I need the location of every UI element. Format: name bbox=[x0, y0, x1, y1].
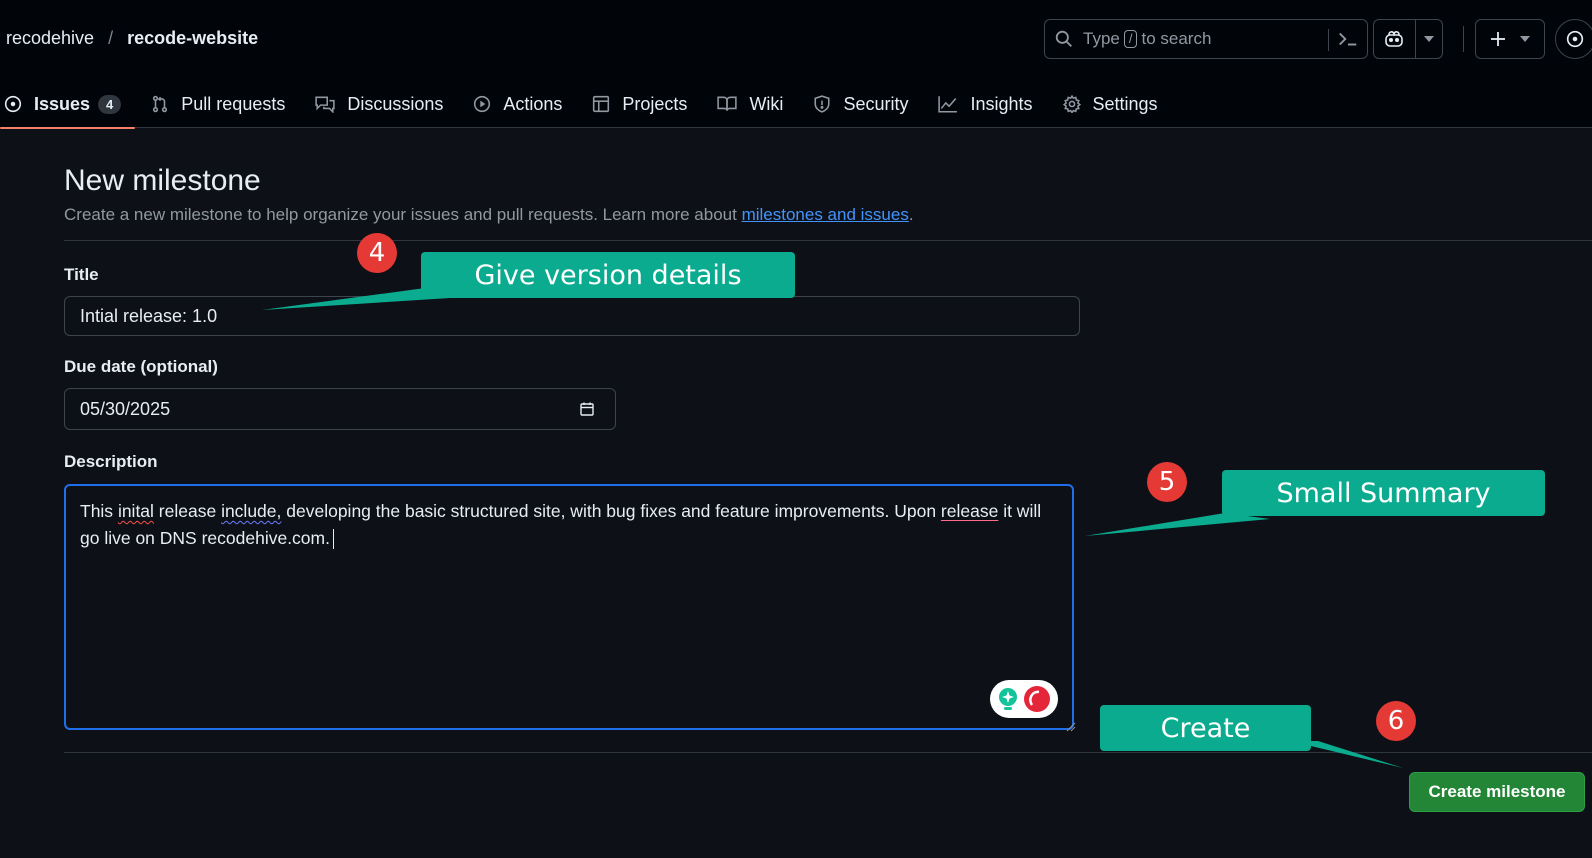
tab-label: Wiki bbox=[749, 93, 784, 114]
repo-nav-tabs: Issues 4 Pull requests Discussions Actio… bbox=[0, 80, 1184, 129]
issue-opened-icon bbox=[1566, 30, 1584, 48]
milestones-docs-link[interactable]: milestones and issues bbox=[742, 205, 909, 224]
issues-counter: 4 bbox=[98, 94, 122, 114]
tab-label: Insights bbox=[970, 93, 1033, 114]
owner-link[interactable]: recodehive bbox=[6, 28, 94, 49]
grammar-suggestion: include, bbox=[221, 501, 282, 521]
text-caret bbox=[332, 529, 334, 550]
callout-give-version-details: Give version details bbox=[421, 252, 795, 298]
search-divider bbox=[1328, 29, 1329, 51]
tab-label: Issues bbox=[34, 93, 91, 114]
lightbulb-icon bbox=[999, 688, 1017, 710]
tab-actions[interactable]: Actions bbox=[469, 80, 576, 128]
page-title: New milestone bbox=[64, 164, 261, 197]
title-input[interactable]: Intial release: 1.0 bbox=[64, 296, 1080, 336]
gear-icon bbox=[1062, 95, 1081, 113]
breadcrumb: recodehive / recode-website bbox=[6, 28, 258, 49]
description-label: Description bbox=[64, 452, 158, 471]
tab-wiki[interactable]: Wiki bbox=[713, 80, 797, 128]
plus-icon bbox=[1491, 32, 1505, 46]
command-palette-icon[interactable] bbox=[1337, 28, 1359, 50]
description-text: developing the basic structured site, wi… bbox=[281, 501, 941, 521]
tab-label: Settings bbox=[1092, 93, 1158, 114]
table-icon bbox=[593, 95, 610, 113]
tab-insights[interactable]: Insights bbox=[934, 80, 1046, 128]
repo-link[interactable]: recode-website bbox=[127, 28, 258, 49]
step-badge-4: 4 bbox=[357, 233, 397, 273]
search-shortcut-key: / bbox=[1123, 30, 1138, 48]
title-input-value: Intial release: 1.0 bbox=[80, 305, 218, 326]
git-pull-request-icon bbox=[153, 95, 168, 113]
shield-icon bbox=[814, 95, 830, 113]
title-label: Title bbox=[64, 265, 99, 284]
subtitle-end: . bbox=[908, 205, 914, 224]
callout-5-pointer bbox=[1085, 513, 1270, 536]
search-input[interactable]: Type / to search bbox=[1044, 19, 1368, 59]
spelling-error: inital bbox=[117, 501, 154, 521]
callout-small-summary: Small Summary bbox=[1222, 470, 1545, 516]
chevron-down-icon bbox=[1520, 36, 1530, 42]
search-icon bbox=[1055, 30, 1072, 47]
create-new-button[interactable] bbox=[1475, 19, 1545, 59]
step-badge-6: 6 bbox=[1376, 701, 1416, 741]
grammar-assistant-widget[interactable] bbox=[990, 680, 1058, 718]
issue-opened-icon bbox=[4, 95, 22, 113]
play-icon bbox=[474, 95, 491, 113]
copilot-icon bbox=[1384, 31, 1403, 47]
copilot-divider bbox=[1414, 20, 1416, 58]
tab-discussions[interactable]: Discussions bbox=[311, 80, 457, 128]
divider bbox=[64, 752, 1592, 753]
tab-label: Actions bbox=[503, 93, 563, 114]
step-badge-5: 5 bbox=[1147, 462, 1187, 502]
tab-projects[interactable]: Projects bbox=[588, 80, 701, 128]
tab-label: Security bbox=[843, 93, 909, 114]
chevron-down-icon[interactable] bbox=[1423, 36, 1434, 42]
comment-discussion-icon bbox=[315, 96, 336, 113]
breadcrumb-separator: / bbox=[108, 28, 114, 48]
description-text: This bbox=[80, 501, 118, 521]
grammarly-icon bbox=[1024, 686, 1050, 712]
copilot-button[interactable] bbox=[1373, 19, 1443, 59]
due-date-value: 05/30/2025 bbox=[80, 398, 171, 419]
app-header: recodehive / recode-website Type / to se… bbox=[0, 0, 1592, 129]
tab-label: Projects bbox=[622, 93, 688, 114]
style-suggestion: release bbox=[940, 501, 999, 521]
subtitle-text: Create a new milestone to help organize … bbox=[64, 205, 737, 224]
header-divider bbox=[1463, 26, 1464, 52]
tab-label: Pull requests bbox=[181, 93, 286, 114]
tab-settings[interactable]: Settings bbox=[1059, 80, 1172, 128]
graph-icon bbox=[938, 96, 958, 113]
callout-create: Create bbox=[1100, 705, 1311, 751]
due-date-input[interactable]: 05/30/2025 bbox=[64, 388, 616, 430]
tab-label: Discussions bbox=[347, 93, 444, 114]
search-placeholder-prefix: Type bbox=[1083, 29, 1120, 48]
description-text: release bbox=[153, 501, 222, 521]
due-date-label: Due date (optional) bbox=[64, 357, 218, 376]
tab-security[interactable]: Security bbox=[809, 80, 922, 128]
tab-issues[interactable]: Issues 4 bbox=[0, 80, 136, 129]
book-icon bbox=[717, 96, 738, 111]
create-milestone-button[interactable]: Create milestone bbox=[1409, 772, 1585, 812]
resize-handle-icon[interactable] bbox=[1066, 722, 1076, 732]
divider bbox=[64, 240, 1592, 241]
tab-pull-requests[interactable]: Pull requests bbox=[147, 80, 299, 128]
search-placeholder-suffix: to search bbox=[1141, 29, 1212, 48]
calendar-icon[interactable] bbox=[579, 401, 595, 417]
description-textarea[interactable]: This inital release include, developing … bbox=[64, 484, 1074, 730]
page-subtitle: Create a new milestone to help organize … bbox=[64, 205, 914, 225]
issues-shortcut-button[interactable] bbox=[1555, 19, 1592, 59]
